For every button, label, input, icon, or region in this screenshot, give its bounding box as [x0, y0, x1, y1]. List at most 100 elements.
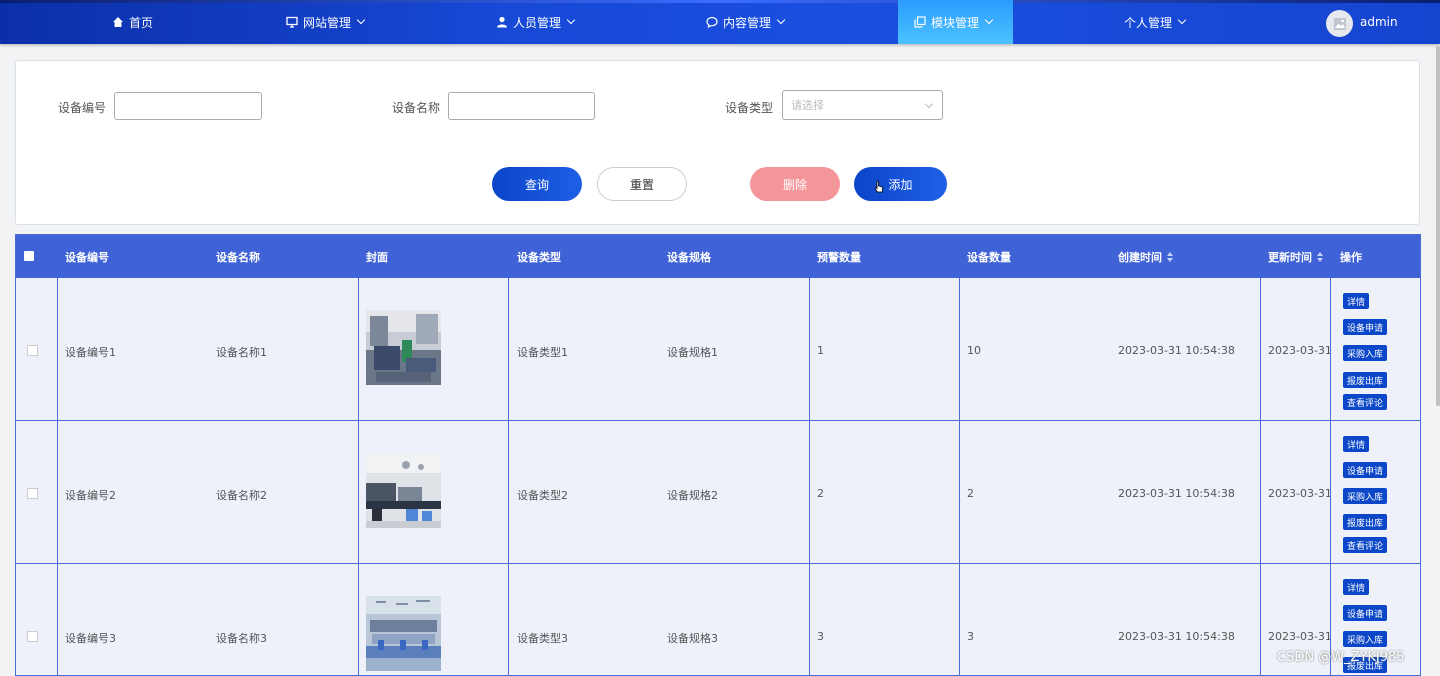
cell-device-name: 设备名称1 [216, 346, 267, 359]
cell-device-name: 设备名称3 [216, 632, 267, 645]
sort-icon[interactable] [1317, 251, 1323, 262]
device-name-input[interactable] [448, 92, 595, 120]
th-warn-qty: 预警数量 [817, 250, 861, 264]
chevron-down-icon [1177, 15, 1187, 25]
device-apply-button[interactable]: 设备申请 [1343, 462, 1388, 478]
purchase-in-button[interactable]: 采购入库 [1343, 631, 1388, 647]
reset-button[interactable]: 重置 [597, 167, 687, 201]
scrap-out-button[interactable]: 报废出库 [1343, 372, 1388, 388]
image-placeholder-icon [1333, 17, 1346, 30]
nav-item-people[interactable]: 人员管理 [496, 0, 576, 44]
nav-item-site[interactable]: 网站管理 [286, 0, 366, 44]
scrap-out-button[interactable]: 报废出库 [1343, 514, 1388, 530]
chevron-down-icon [776, 15, 786, 25]
th-device-code: 设备编号 [65, 250, 109, 264]
detail-button[interactable]: 详情 [1343, 436, 1370, 452]
cell-warn-qty: 3 [817, 630, 824, 643]
table-row: 设备编号2 设备名称2 设备类型2 设备规格2 2 2 2023-03-31 1… [16, 421, 1420, 564]
th-created[interactable]: 创建时间 [1118, 235, 1173, 278]
cell-updated: 2023-03-31 10:54:38 [1268, 630, 1330, 643]
th-created-label: 创建时间 [1118, 250, 1162, 264]
th-actions: 操作 [1340, 250, 1362, 264]
search-panel: 设备编号 设备名称 设备类型 请选择 查询 重置 删除 添加 [15, 60, 1420, 225]
cell-device-type: 设备类型2 [517, 489, 568, 502]
monitor-icon [286, 16, 298, 28]
cell-created: 2023-03-31 10:54:38 [1118, 487, 1235, 500]
th-device-qty: 设备数量 [967, 250, 1011, 264]
cell-updated: 2023-03-31 10:54:38 [1268, 487, 1330, 500]
device-code-input[interactable] [114, 92, 262, 120]
cover-image [366, 310, 441, 385]
th-updated-label: 更新时间 [1268, 250, 1312, 264]
device-table: 设备编号 设备名称 封面 设备类型 设备规格 预警数量 设备数量 创建时间 更新… [15, 234, 1421, 676]
cell-device-qty: 3 [967, 630, 974, 643]
select-all-checkbox[interactable] [24, 251, 34, 261]
cell-device-spec: 设备规格1 [667, 346, 718, 359]
device-type-placeholder: 请选择 [791, 99, 824, 112]
view-comments-button[interactable]: 查看评论 [1343, 537, 1388, 553]
device-type-select[interactable]: 请选择 [782, 90, 943, 120]
cell-device-code: 设备编号1 [65, 346, 116, 359]
th-updated[interactable]: 更新时间 [1268, 235, 1323, 278]
query-button[interactable]: 查询 [492, 167, 582, 201]
avatar[interactable] [1326, 10, 1353, 37]
device-apply-button[interactable]: 设备申请 [1343, 319, 1388, 335]
chevron-down-icon [984, 15, 994, 25]
device-code-label: 设备编号 [58, 101, 107, 115]
user-icon [497, 16, 507, 28]
nav-label-site: 网站管理 [303, 15, 352, 30]
page-scrollbar[interactable] [1436, 46, 1440, 406]
nav-item-modules[interactable]: 模块管理 [898, 0, 1013, 44]
th-device-name: 设备名称 [216, 250, 260, 264]
user-name[interactable]: admin [1360, 15, 1398, 29]
lab-photo-icon [366, 453, 441, 528]
th-device-spec: 设备规格 [667, 250, 711, 264]
nav-label-people: 人员管理 [513, 15, 562, 30]
add-button[interactable]: 添加 [854, 167, 947, 201]
nav-item-personal[interactable]: 个人管理 [1124, 0, 1187, 44]
nav-label-content: 内容管理 [723, 15, 772, 30]
cell-device-spec: 设备规格2 [667, 489, 718, 502]
cell-device-type: 设备类型1 [517, 346, 568, 359]
nav-label-home: 首页 [129, 15, 154, 30]
chat-icon [706, 16, 718, 28]
chevron-down-icon [924, 99, 934, 109]
pointer-cursor-icon [874, 180, 883, 193]
purchase-in-button[interactable]: 采购入库 [1343, 345, 1388, 361]
home-icon [113, 17, 123, 27]
nav-item-home[interactable]: 首页 [112, 0, 153, 44]
purchase-in-button[interactable]: 采购入库 [1343, 488, 1388, 504]
detail-button[interactable]: 详情 [1343, 293, 1370, 309]
row-checkbox[interactable] [27, 631, 38, 642]
cell-device-qty: 10 [967, 344, 981, 357]
row-checkbox[interactable] [27, 488, 38, 499]
table-header: 设备编号 设备名称 封面 设备类型 设备规格 预警数量 设备数量 创建时间 更新… [16, 235, 1420, 278]
th-device-type: 设备类型 [517, 250, 561, 264]
row-checkbox[interactable] [27, 345, 38, 356]
device-apply-button[interactable]: 设备申请 [1343, 605, 1388, 621]
cell-device-code: 设备编号3 [65, 632, 116, 645]
cell-warn-qty: 1 [817, 344, 824, 357]
view-comments-button[interactable]: 查看评论 [1343, 394, 1388, 410]
top-nav: 首页 网站管理 人员管理 内容管理 模块管理 个人管理 admin [0, 0, 1440, 44]
delete-button[interactable]: 删除 [750, 167, 840, 201]
lab-photo-icon [366, 310, 441, 385]
cell-updated: 2023-03-31 10:54:38 [1268, 344, 1330, 357]
cell-created: 2023-03-31 10:54:38 [1118, 630, 1235, 643]
cell-warn-qty: 2 [817, 487, 824, 500]
lab-photo-icon [366, 596, 441, 671]
cover-image [366, 596, 441, 671]
chevron-down-icon [566, 15, 576, 25]
watermark: CSDN @W_ZYKJ985 [1277, 650, 1405, 665]
cell-device-spec: 设备规格3 [667, 632, 718, 645]
sort-icon[interactable] [1167, 251, 1173, 262]
detail-button[interactable]: 详情 [1343, 579, 1370, 595]
cell-device-qty: 2 [967, 487, 974, 500]
cell-device-code: 设备编号2 [65, 489, 116, 502]
nav-item-content[interactable]: 内容管理 [706, 0, 786, 44]
nav-label-modules: 模块管理 [931, 15, 980, 30]
chevron-down-icon [356, 15, 366, 25]
modules-icon [914, 16, 926, 28]
th-cover: 封面 [366, 250, 388, 264]
cell-device-type: 设备类型3 [517, 632, 568, 645]
